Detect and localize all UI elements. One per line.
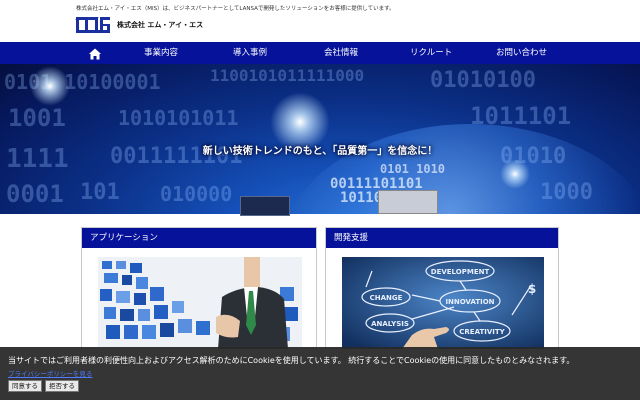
hero-banner: 0101 10100001 1100101011111000 01010100 … — [0, 64, 640, 214]
hero-flare — [30, 66, 70, 106]
svg-text:ANALYSIS: ANALYSIS — [371, 320, 409, 328]
card-application[interactable]: アプリケーション — [81, 227, 317, 349]
company-logo[interactable]: 株式会社 エム・アイ・エス — [75, 16, 204, 34]
privacy-policy-link[interactable]: プライバシーポリシーを見る — [8, 368, 92, 378]
cookie-consent-bar: 当サイトではご利用者様の利便性向上およびアクセス解析のためにCookieを使用し… — [0, 347, 640, 400]
site-header: 株式会社エム・アイ・エス（MIS）は、ビジネスパートナーとしてLANSAで開発し… — [0, 0, 640, 42]
nav-item-company-info[interactable]: 会社情報 — [324, 42, 358, 64]
cookie-reject-button[interactable]: 拒否する — [45, 380, 79, 392]
nav-home[interactable] — [88, 46, 102, 60]
card-application-title[interactable]: アプリケーション — [82, 228, 316, 248]
company-name: 株式会社 エム・アイ・エス — [117, 21, 204, 29]
card-development-support-image: DEVELOPMENT CHANGE INNOVATION ANALYSIS C… — [342, 257, 544, 349]
svg-text:DEVELOPMENT: DEVELOPMENT — [431, 268, 490, 276]
cookie-message: 当サイトではご利用者様の利便性向上およびアクセス解析のためにCookieを使用し… — [8, 356, 575, 365]
nav-item-services[interactable]: 事業内容 — [144, 42, 178, 64]
development-diagram-illustration: DEVELOPMENT CHANGE INNOVATION ANALYSIS C… — [342, 257, 544, 349]
home-icon — [89, 48, 101, 60]
hero-flare — [500, 159, 530, 189]
svg-text:INNOVATION: INNOVATION — [445, 298, 494, 306]
cookie-accept-button[interactable]: 同意する — [8, 380, 42, 392]
nav-item-case-studies[interactable]: 導入事例 — [233, 42, 267, 64]
nav-item-contact[interactable]: お問い合わせ — [496, 42, 547, 64]
header-tagline: 株式会社エム・アイ・エス（MIS）は、ビジネスパートナーとしてLANSAで開発し… — [76, 6, 395, 12]
svg-text:CHANGE: CHANGE — [370, 294, 403, 302]
svg-text:$: $ — [528, 282, 536, 296]
card-application-image — [98, 257, 302, 349]
card-development-support-title[interactable]: 開発支援 — [326, 228, 558, 248]
svg-text:CREATIVITY: CREATIVITY — [459, 328, 505, 336]
hero-caption: 新しい技術トレンドのもと、「品質第一」を信念に！ — [202, 146, 438, 157]
main-navigation: 事業内容 導入事例 会社情報 リクルート お問い合わせ — [0, 42, 640, 64]
nav-item-recruit[interactable]: リクルート — [410, 42, 452, 64]
app-icons-illustration — [98, 257, 302, 349]
mis-logo-mark — [75, 17, 110, 33]
hero-laptop-image — [240, 196, 290, 216]
card-development-support[interactable]: 開発支援 DEVELOPMENT CHANGE INNOVATION ANALY… — [325, 227, 559, 349]
hero-monitor-image — [378, 190, 438, 214]
